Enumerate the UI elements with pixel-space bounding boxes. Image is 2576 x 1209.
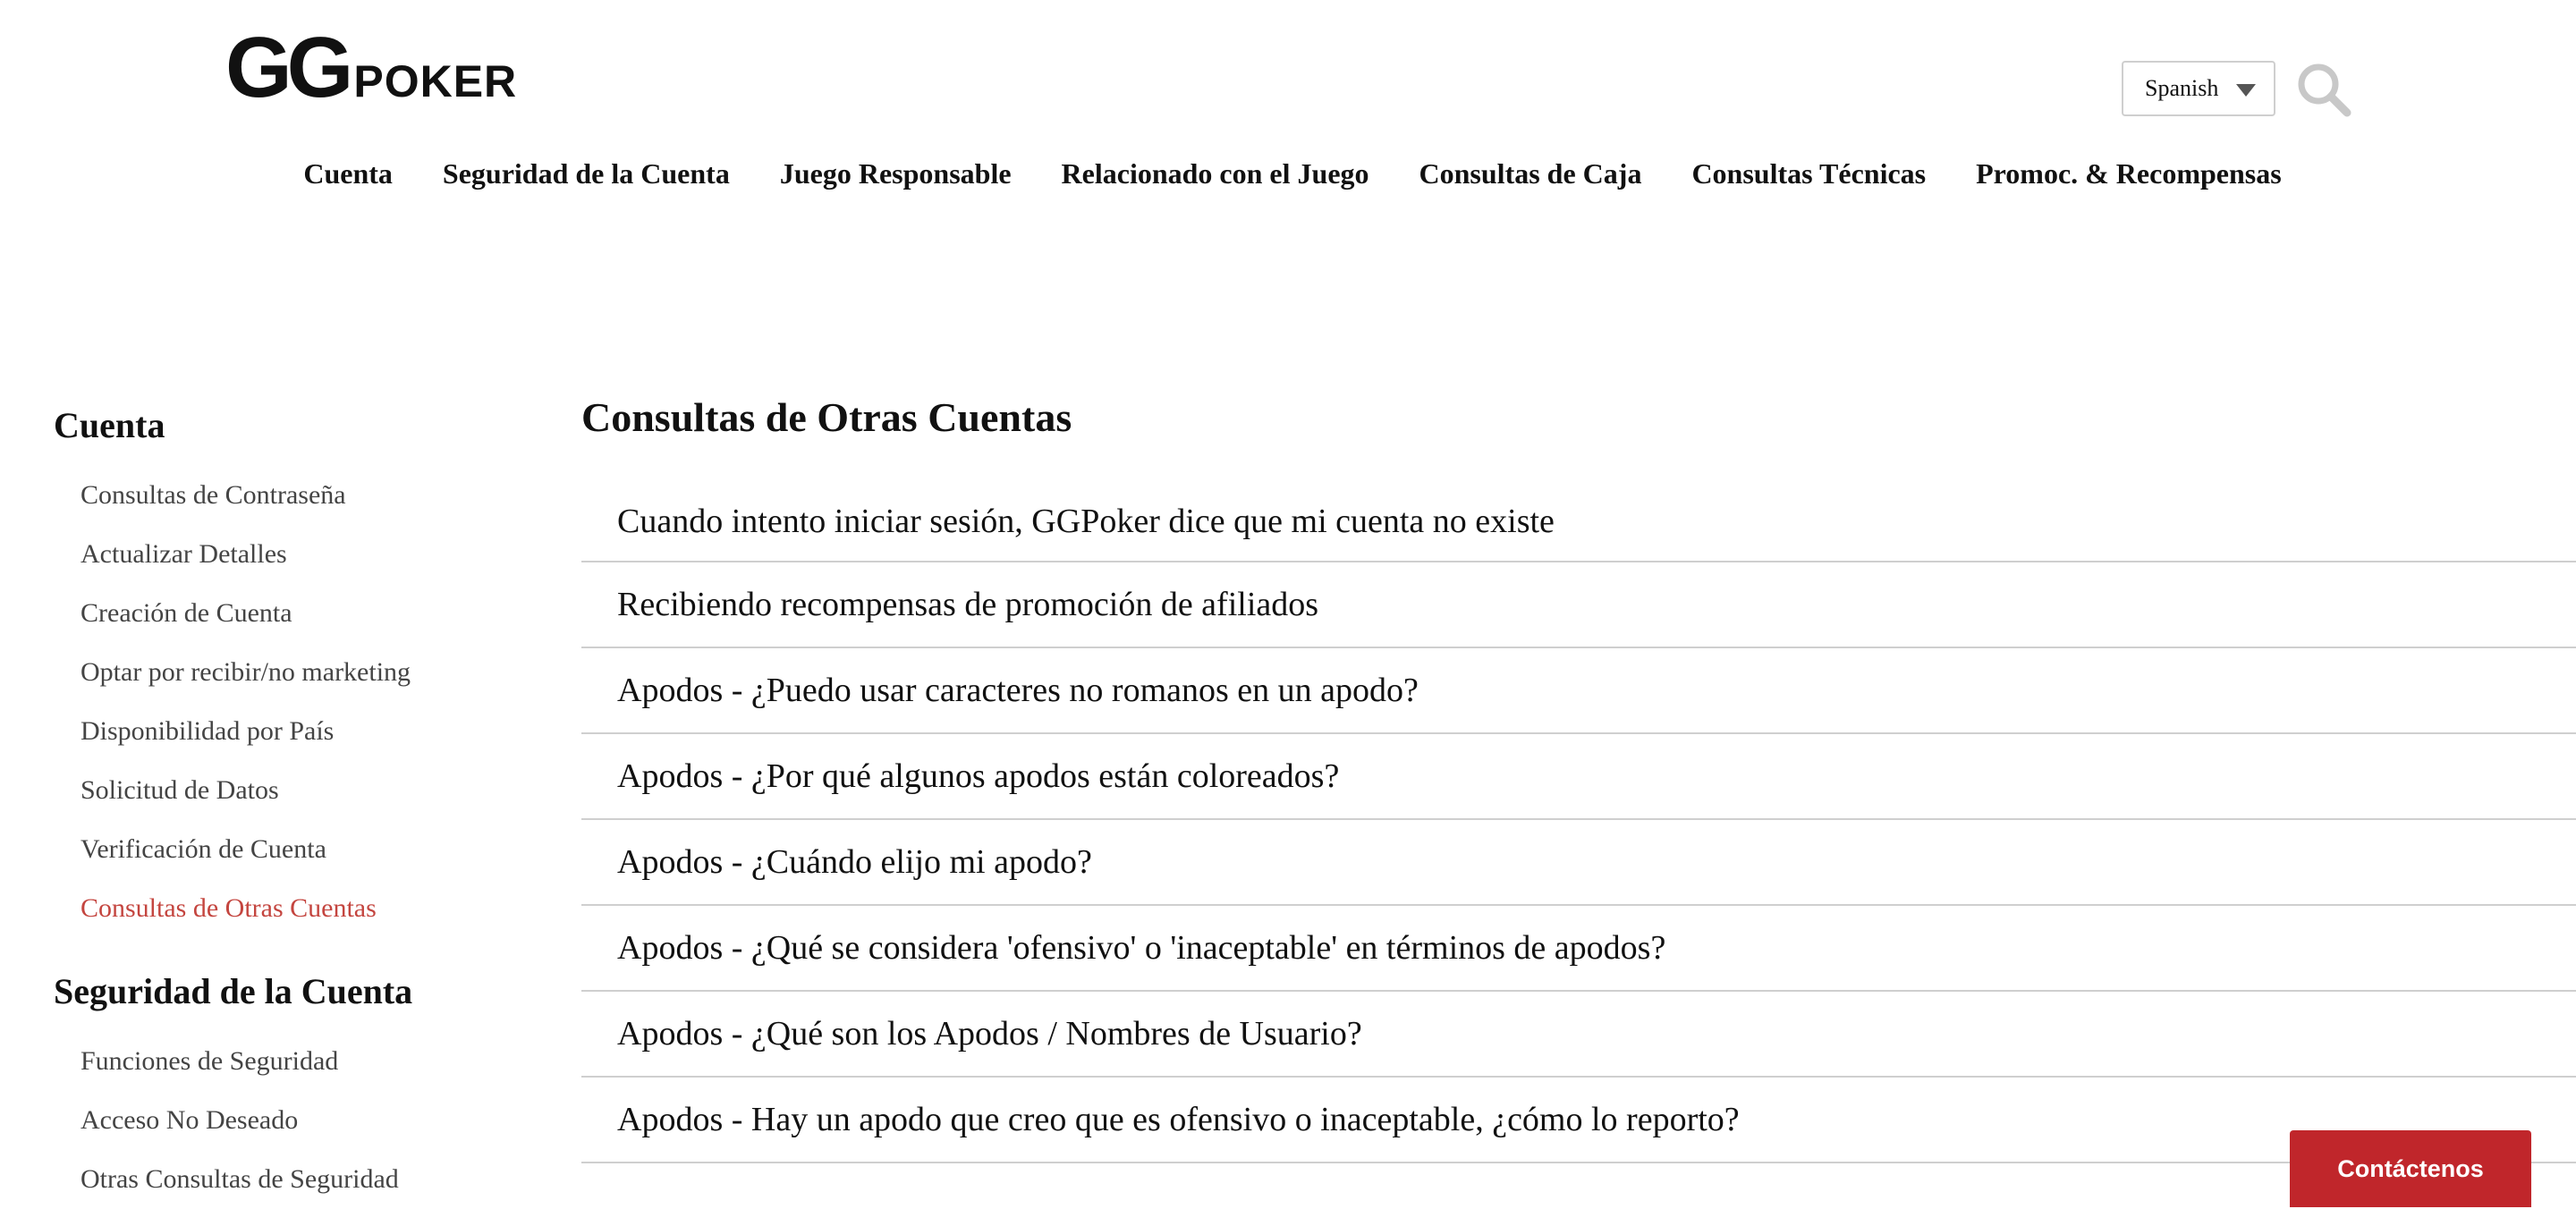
article-link[interactable]: Apodos - Hay un apodo que creo que es of…	[581, 1078, 2576, 1163]
article-link[interactable]: Cuando intento iniciar sesión, GGPoker d…	[581, 482, 2576, 562]
ggpoker-logo[interactable]: GG POKER	[225, 20, 518, 115]
article-link[interactable]: Apodos - ¿Cuándo elijo mi apodo?	[581, 820, 2576, 906]
sidebar-item[interactable]: Disponibilidad por País	[80, 702, 555, 761]
nav-item-consultas-caja[interactable]: Consultas de Caja	[1419, 157, 1642, 190]
nav-item-cuenta[interactable]: Cuenta	[303, 157, 393, 190]
contact-button[interactable]: Contáctenos	[2290, 1130, 2531, 1207]
article-link[interactable]: Recibiendo recompensas de promoción de a…	[581, 562, 2576, 648]
search-icon[interactable]	[2295, 61, 2352, 118]
language-selected-value: Spanish	[2145, 75, 2219, 101]
article-link[interactable]: Apodos - ¿Qué se considera 'ofensivo' o …	[581, 906, 2576, 992]
sidebar-item[interactable]: Optar por recibir/no marketing	[80, 643, 555, 702]
sidebar-item[interactable]: Solicitud de Datos	[80, 761, 555, 820]
language-select[interactable]: Spanish	[2122, 61, 2275, 116]
nav-item-relacionado-juego[interactable]: Relacionado con el Juego	[1062, 157, 1369, 190]
nav-item-juego-responsable[interactable]: Juego Responsable	[780, 157, 1012, 190]
page-title: Consultas de Otras Cuentas	[581, 394, 1072, 440]
nav-item-promociones[interactable]: Promoc. & Recompensas	[1976, 157, 2282, 190]
sidebar: Cuenta Consultas de Contraseña Actualiza…	[54, 404, 555, 1209]
main-nav: Cuenta Seguridad de la Cuenta Juego Resp…	[0, 157, 2576, 190]
sidebar-item[interactable]: Acceso No Deseado	[80, 1091, 555, 1150]
sidebar-item[interactable]: Actualizar Detalles	[80, 525, 555, 584]
logo-wordmark: POKER	[353, 56, 518, 106]
sidebar-list-seguridad: Funciones de Seguridad Acceso No Deseado…	[54, 1032, 555, 1209]
nav-item-consultas-tecnicas[interactable]: Consultas Técnicas	[1691, 157, 1926, 190]
article-link[interactable]: Apodos - ¿Qué son los Apodos / Nombres d…	[581, 992, 2576, 1078]
sidebar-item[interactable]: Creación de Cuenta	[80, 584, 555, 643]
sidebar-heading-cuenta[interactable]: Cuenta	[54, 404, 555, 446]
chevron-down-icon	[2236, 84, 2256, 97]
site-header: GG POKER Spanish Cuenta Seguridad de la …	[0, 0, 2576, 232]
sidebar-heading-seguridad[interactable]: Seguridad de la Cuenta	[54, 970, 555, 1012]
sidebar-item-active[interactable]: Consultas de Otras Cuentas	[80, 879, 555, 938]
article-link[interactable]: Apodos - ¿Por qué algunos apodos están c…	[581, 734, 2576, 820]
nav-item-seguridad[interactable]: Seguridad de la Cuenta	[443, 157, 730, 190]
sidebar-item[interactable]: Funciones de Seguridad	[80, 1032, 555, 1091]
sidebar-item[interactable]: Otras Consultas de Seguridad	[80, 1150, 555, 1209]
sidebar-list-cuenta: Consultas de Contraseña Actualizar Detal…	[54, 466, 555, 938]
article-list: Cuando intento iniciar sesión, GGPoker d…	[581, 482, 2576, 1163]
main-content: Consultas de Otras Cuentas Cuando intent…	[581, 393, 2576, 1163]
article-link[interactable]: Apodos - ¿Puedo usar caracteres no roman…	[581, 648, 2576, 734]
sidebar-item[interactable]: Consultas de Contraseña	[80, 466, 555, 525]
logo-mark: GG	[225, 20, 353, 115]
sidebar-item[interactable]: Verificación de Cuenta	[80, 820, 555, 879]
